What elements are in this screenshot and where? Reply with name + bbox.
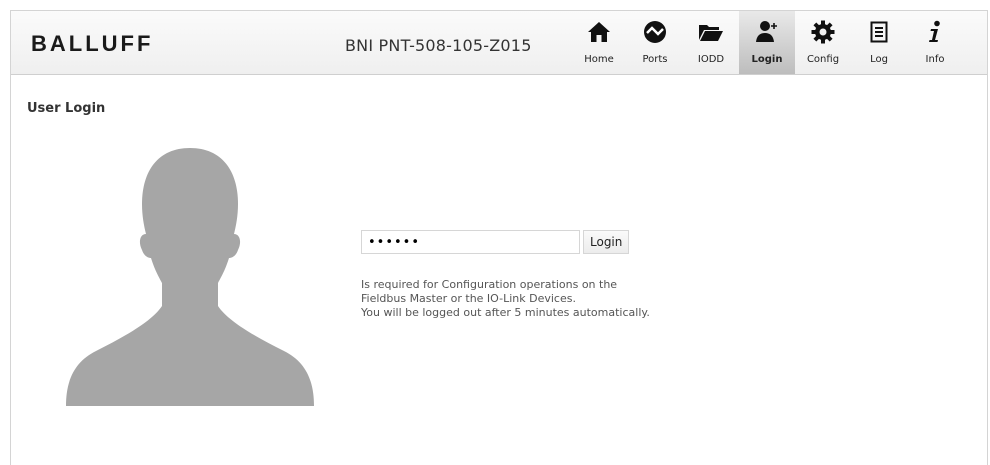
- nav-label-home: Home: [584, 54, 614, 65]
- home-icon: [586, 19, 612, 45]
- nav-label-login: Login: [751, 54, 783, 65]
- login-button[interactable]: Login: [583, 230, 630, 254]
- user-silhouette-image: [66, 146, 314, 410]
- gear-icon: [810, 19, 836, 45]
- nav-info[interactable]: Info: [907, 11, 963, 74]
- nav-ports[interactable]: Ports: [627, 11, 683, 74]
- logo-graphic: BALLUFF: [31, 31, 153, 56]
- nav-label-config: Config: [806, 54, 840, 65]
- folder-icon: [698, 19, 724, 45]
- device-name: BNI PNT-508-105-Z015: [345, 36, 532, 55]
- balluff-logo: BALLUFF: [31, 31, 171, 58]
- ports-icon: [642, 19, 668, 45]
- logo-text: BALLUFF: [31, 32, 153, 54]
- nav-iodd[interactable]: IODD: [683, 11, 739, 74]
- nav-log[interactable]: Log: [851, 11, 907, 74]
- info-icon: [922, 19, 948, 45]
- main-nav: Home Ports IODD Login Config Log Info: [571, 11, 963, 74]
- nav-config[interactable]: Config: [795, 11, 851, 74]
- password-field[interactable]: [361, 230, 580, 254]
- user-login-icon: [754, 19, 780, 45]
- page-title: User Login: [27, 101, 106, 116]
- nav-label-log: Log: [870, 54, 888, 65]
- login-info-text: Is required for Configuration operations…: [361, 278, 650, 320]
- log-icon: [866, 19, 892, 45]
- info-line: You will be logged out after 5 minutes a…: [361, 306, 650, 319]
- nav-home[interactable]: Home: [571, 11, 627, 74]
- header: BALLUFF BNI PNT-508-105-Z015 Home Ports: [11, 11, 987, 75]
- info-line: Is required for Configuration operations…: [361, 278, 618, 291]
- nav-label-iodd: IODD: [697, 54, 725, 65]
- info-line: Fieldbus Master or the IO-Link Devices.: [361, 292, 576, 305]
- nav-label-info: Info: [925, 54, 945, 65]
- nav-label-ports: Ports: [642, 54, 668, 65]
- login-form: Login: [361, 230, 630, 254]
- app-frame: BALLUFF BNI PNT-508-105-Z015 Home Ports: [10, 10, 988, 465]
- nav-login[interactable]: Login: [739, 11, 795, 74]
